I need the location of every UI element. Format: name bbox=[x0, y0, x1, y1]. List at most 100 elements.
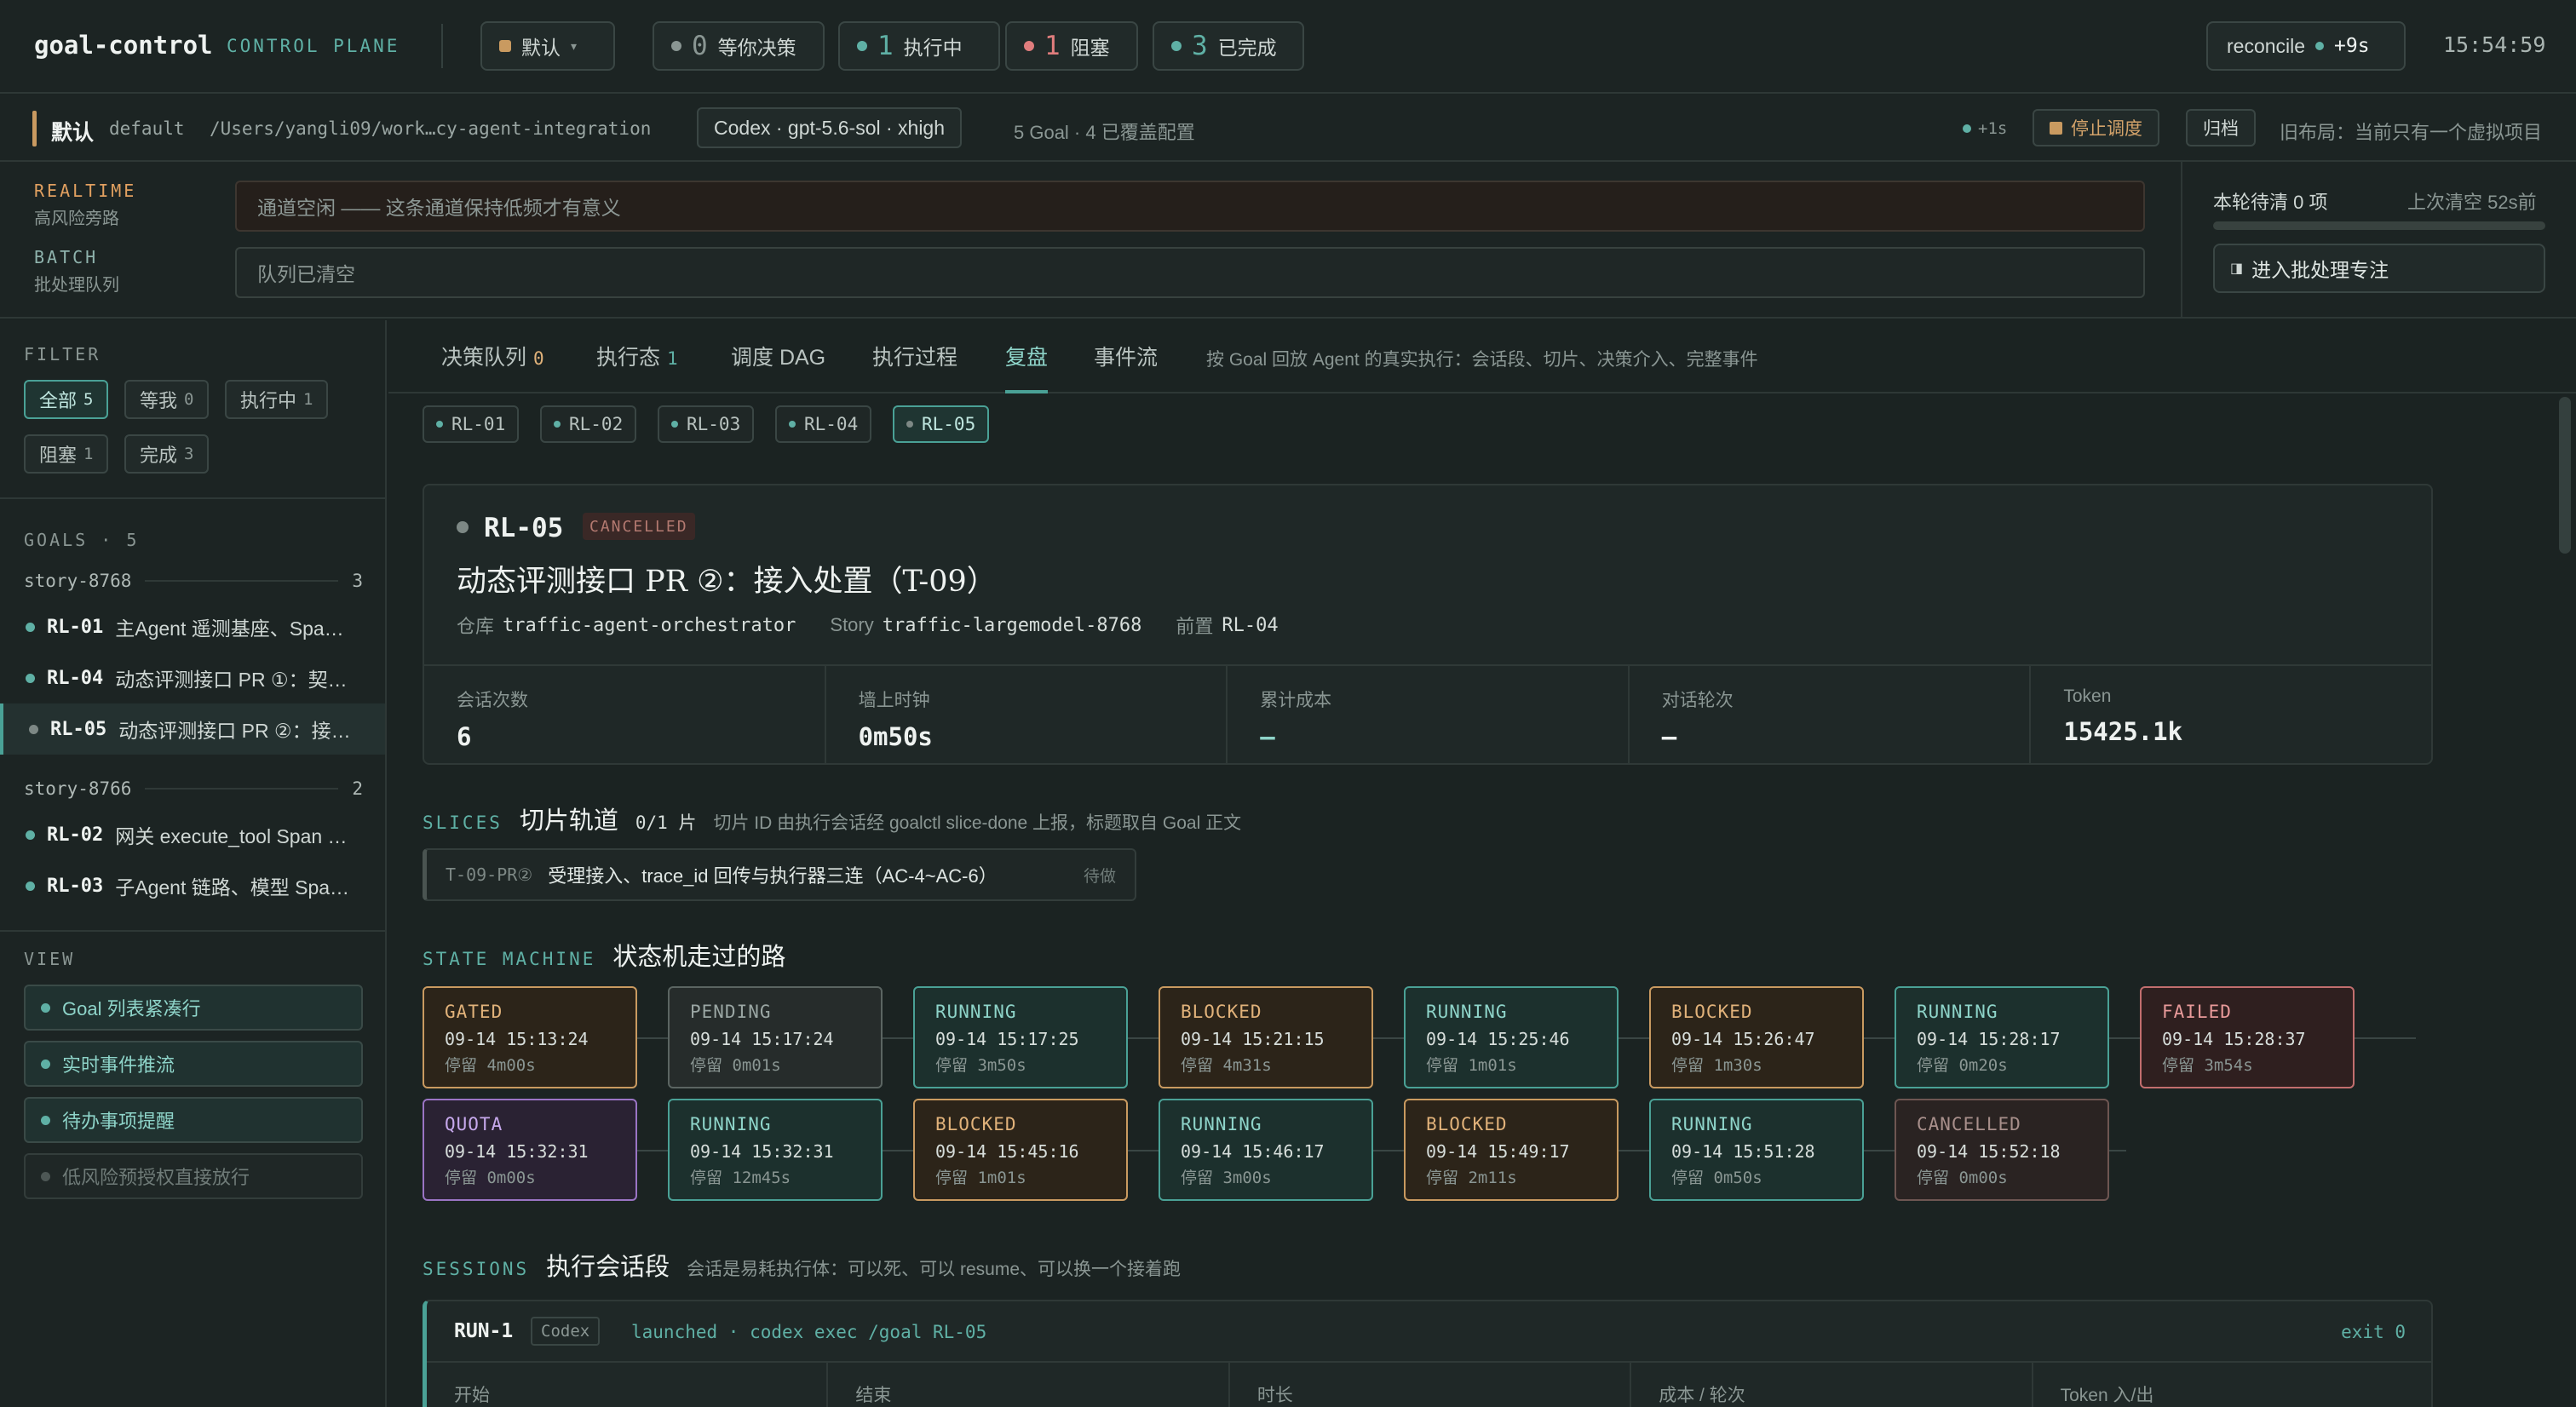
tab-execution-process[interactable]: 执行过程 bbox=[872, 341, 957, 393]
state-node-running[interactable]: RUNNING 09-14 15:32:31 停留 12m45s bbox=[668, 1099, 883, 1201]
goal-title: 网关 execute_tool Span … bbox=[115, 825, 348, 847]
goal-chip-label: RL-01 bbox=[451, 414, 506, 434]
state-node-blocked[interactable]: BLOCKED 09-14 15:49:17 停留 2m11s bbox=[1404, 1099, 1619, 1201]
goal-chip-rl-05[interactable]: RL-05 bbox=[893, 405, 990, 443]
goal-group-header[interactable]: story-8768 3 bbox=[24, 571, 363, 591]
filter-waiting[interactable]: 等我 0 bbox=[124, 380, 210, 419]
tab-description: 按 Goal 回放 Agent 的真实执行：会话段、切片、决策介入、完整事件 bbox=[1206, 350, 1758, 370]
goal-item-rl-05[interactable]: RL-05 动态评测接口 PR ②：接… bbox=[0, 704, 385, 755]
goal-group-name: story-8768 bbox=[24, 571, 132, 591]
tab-bar: 决策队列 0 执行态 1 调度 DAG 执行过程 复盘 事件流 按 Goal 回放 … bbox=[388, 320, 2576, 393]
status-running[interactable]: 1 执行中 bbox=[838, 21, 1000, 71]
tab-event-stream[interactable]: 事件流 bbox=[1094, 341, 1158, 393]
state-node-pending[interactable]: PENDING 09-14 15:17:24 停留 0m01s bbox=[668, 986, 883, 1088]
status-done[interactable]: 3 已完成 bbox=[1153, 21, 1304, 71]
predecessor-value[interactable]: RL-04 bbox=[1222, 615, 1278, 636]
tab-dag[interactable]: 调度 DAG bbox=[731, 341, 825, 393]
state-duration: 停留 3m00s bbox=[1181, 1169, 1272, 1187]
scrollbar-thumb[interactable] bbox=[2559, 397, 2571, 554]
filter-running[interactable]: 执行中 1 bbox=[225, 380, 329, 419]
stop-scheduling-button[interactable]: 停止调度 bbox=[2033, 109, 2159, 146]
view-toggle-compact-rows[interactable]: Goal 列表紧凑行 bbox=[24, 985, 363, 1031]
stat-session-count: 会话次数 6 bbox=[424, 666, 826, 765]
state-name: CANCELLED bbox=[1917, 1114, 2021, 1134]
tab-label: 决策队列 bbox=[441, 346, 527, 370]
goal-id: RL-05 bbox=[484, 513, 564, 543]
goal-item-rl-02[interactable]: RL-02 网关 execute_tool Span … bbox=[0, 809, 385, 860]
goal-title: 动态评测接口 PR ②：接… bbox=[118, 720, 351, 742]
state-duration: 停留 3m54s bbox=[2162, 1056, 2253, 1075]
tab-label: 执行态 bbox=[596, 346, 661, 370]
state-node-cancelled[interactable]: CANCELLED 09-14 15:52:18 停留 0m00s bbox=[1895, 1099, 2109, 1201]
state-node-running[interactable]: RUNNING 09-14 15:17:25 停留 3m50s bbox=[913, 986, 1128, 1088]
goal-item-rl-01[interactable]: RL-01 主Agent 遥测基座、Spa… bbox=[0, 601, 385, 652]
state-node-running[interactable]: RUNNING 09-14 15:28:17 停留 0m20s bbox=[1895, 986, 2109, 1088]
filter-done[interactable]: 完成 3 bbox=[124, 434, 210, 474]
workspace-path: /Users/yangli09/work…cy-agent-integratio… bbox=[210, 118, 652, 139]
scrollbar[interactable] bbox=[2559, 397, 2571, 1407]
batch-lane-subtitle: 批处理队列 bbox=[34, 276, 119, 295]
state-time: 09-14 15:28:37 bbox=[2162, 1029, 2306, 1049]
state-duration: 停留 0m00s bbox=[445, 1169, 536, 1187]
state-name: RUNNING bbox=[935, 1002, 1017, 1022]
reconcile-delta: +9s bbox=[2334, 35, 2370, 57]
state-duration: 停留 2m11s bbox=[1426, 1169, 1517, 1187]
state-duration: 停留 0m00s bbox=[1917, 1169, 2008, 1187]
state-name: RUNNING bbox=[1181, 1114, 1262, 1134]
status-dot-icon bbox=[1024, 41, 1034, 51]
batch-focus-button[interactable]: ◨ 进入批处理专注 bbox=[2213, 244, 2545, 293]
state-node-blocked[interactable]: BLOCKED 09-14 15:21:15 停留 4m31s bbox=[1159, 986, 1373, 1088]
workspace-selector[interactable]: 默认 ▾ bbox=[480, 21, 615, 71]
state-node-quota[interactable]: QUOTA 09-14 15:32:31 停留 0m00s bbox=[423, 1099, 637, 1201]
workspace-name: 默认 bbox=[51, 121, 95, 145]
view-toggle-todo-reminder[interactable]: 待办事项提醒 bbox=[24, 1097, 363, 1143]
state-node-running[interactable]: RUNNING 09-14 15:46:17 停留 3m00s bbox=[1159, 1099, 1373, 1201]
state-node-running[interactable]: RUNNING 09-14 15:25:46 停留 1m01s bbox=[1404, 986, 1619, 1088]
state-time: 09-14 15:32:31 bbox=[445, 1141, 589, 1162]
goal-group-header[interactable]: story-8766 2 bbox=[24, 778, 363, 799]
goal-item-rl-03[interactable]: RL-03 子Agent 链路、模型 Spa… bbox=[0, 860, 385, 911]
filter-all[interactable]: 全部 5 bbox=[24, 380, 109, 419]
lanes-panel: REALTIME 高风险旁路 通道空闲 —— 这条通道保持低频才有意义 BATC… bbox=[0, 162, 2576, 319]
state-duration: 停留 4m00s bbox=[445, 1056, 536, 1075]
reconcile-indicator[interactable]: reconcile +9s bbox=[2206, 21, 2406, 71]
status-count: 1 bbox=[877, 31, 894, 61]
state-time: 09-14 15:25:46 bbox=[1426, 1029, 1570, 1049]
tab-decision-queue[interactable]: 决策队列 0 bbox=[441, 341, 544, 393]
tab-review[interactable]: 复盘 bbox=[1005, 341, 1049, 393]
state-node-blocked[interactable]: BLOCKED 09-14 15:26:47 停留 1m30s bbox=[1649, 986, 1864, 1088]
archive-button[interactable]: 归档 bbox=[2186, 109, 2256, 146]
status-awaiting-decision[interactable]: 0 等你决策 bbox=[653, 21, 825, 71]
old-layout-link[interactable]: 旧布局：当前只有一个虚拟项目 bbox=[2280, 118, 2542, 145]
slice-item[interactable]: T-09-PR② 受理接入、trace_id 回传与执行器三连（AC-4~AC-… bbox=[423, 848, 1136, 901]
view-toggle-low-risk-preauth[interactable]: 低风险预授权直接放行 bbox=[24, 1153, 363, 1199]
goal-chip-rl-04[interactable]: RL-04 bbox=[775, 405, 872, 443]
filter-count: 1 bbox=[303, 390, 313, 409]
status-blocked[interactable]: 1 阻塞 bbox=[1005, 21, 1138, 71]
divider bbox=[0, 930, 385, 932]
divider bbox=[441, 24, 443, 68]
stat-value: 6 bbox=[457, 722, 472, 751]
filter-blocked[interactable]: 阻塞 1 bbox=[24, 434, 109, 474]
state-node-running[interactable]: RUNNING 09-14 15:51:28 停留 0m50s bbox=[1649, 1099, 1864, 1201]
state-node-gated[interactable]: GATED 09-14 15:13:24 停留 4m00s bbox=[423, 986, 637, 1088]
state-duration: 停留 1m01s bbox=[935, 1169, 1026, 1187]
filter-count: 0 bbox=[184, 390, 194, 409]
state-node-blocked[interactable]: BLOCKED 09-14 15:45:16 停留 1m01s bbox=[913, 1099, 1128, 1201]
tab-execution-state[interactable]: 执行态 1 bbox=[596, 341, 678, 393]
goal-chip-rl-01[interactable]: RL-01 bbox=[423, 405, 520, 443]
filter-count: 1 bbox=[83, 445, 94, 463]
predecessor-label: 前置 bbox=[1176, 616, 1214, 637]
state-name: RUNNING bbox=[690, 1114, 772, 1134]
state-node-failed[interactable]: FAILED 09-14 15:28:37 停留 3m54s bbox=[2140, 986, 2355, 1088]
section-title: 执行会话段 bbox=[546, 1254, 670, 1281]
filter-count: 5 bbox=[83, 390, 94, 409]
goal-item-rl-04[interactable]: RL-04 动态评测接口 PR ①：契… bbox=[0, 652, 385, 704]
model-config[interactable]: Codex · gpt-5.6-sol · xhigh bbox=[697, 107, 963, 148]
goal-chip-label: RL-02 bbox=[569, 414, 624, 434]
view-toggle-realtime-events[interactable]: 实时事件推流 bbox=[24, 1041, 363, 1087]
workspace-accent bbox=[32, 111, 37, 146]
goal-chip-rl-02[interactable]: RL-02 bbox=[540, 405, 637, 443]
session-run-card[interactable]: RUN-1 Codex launched · codex exec /goal … bbox=[423, 1300, 2433, 1407]
goal-chip-rl-03[interactable]: RL-03 bbox=[658, 405, 755, 443]
